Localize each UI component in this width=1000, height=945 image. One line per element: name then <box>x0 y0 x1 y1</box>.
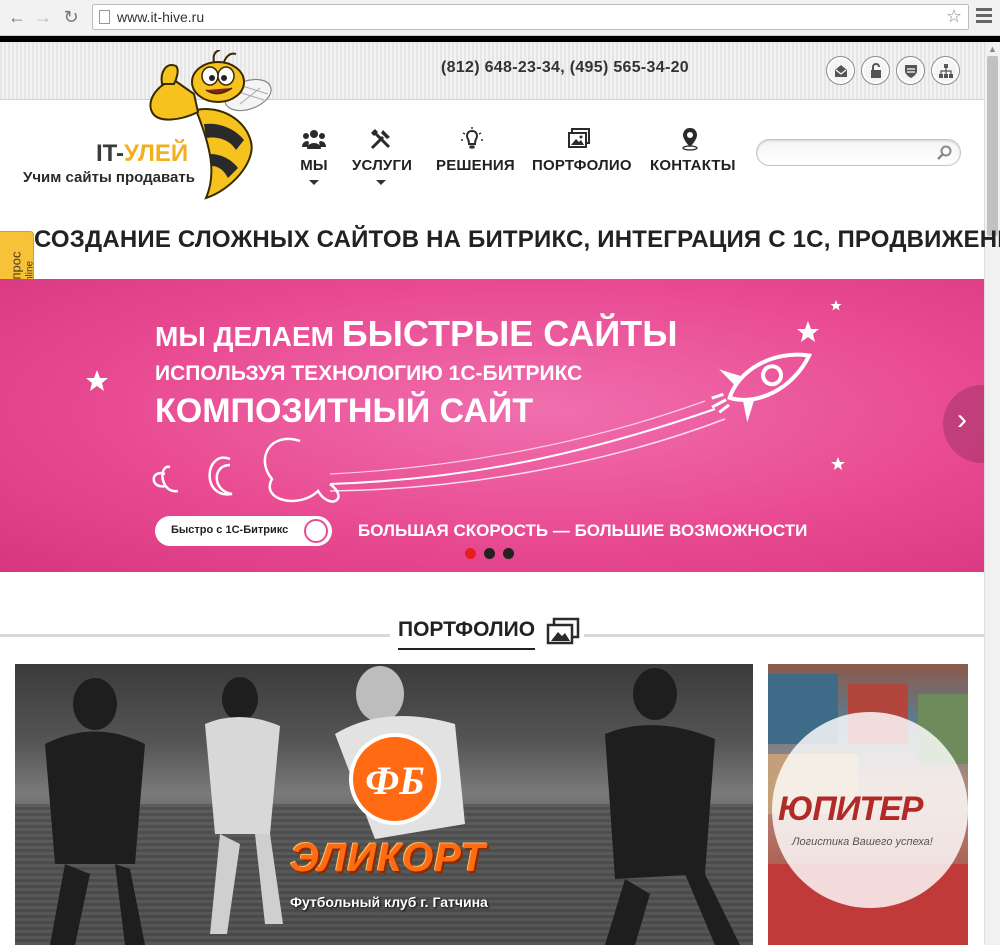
search-input[interactable] <box>769 144 934 162</box>
nav-label: УСЛУГИ <box>352 157 413 174</box>
nav-label: КОНТАКТЫ <box>650 157 736 174</box>
nav-item-about[interactable]: МЫ <box>299 127 329 185</box>
mail-icon[interactable] <box>826 56 855 85</box>
pictures-icon <box>568 128 590 148</box>
nav-item-contacts[interactable]: КОНТАКТЫ <box>650 127 735 175</box>
address-bar[interactable]: www.it-hive.ru ☆ <box>92 4 969 30</box>
forward-arrow-icon[interactable]: → <box>32 6 54 28</box>
browser-toolbar: ← → ↻ www.it-hive.ru ☆ <box>0 0 1000 36</box>
yupiter-logo: ЮПИТЕР <box>778 790 923 828</box>
logo-slogan: Учим сайты продавать <box>23 169 195 186</box>
shield-icon[interactable] <box>896 56 925 85</box>
hero-slider[interactable]: МЫ ДЕЛАЕМ БЫСТРЫЕ САЙТЫ ИСПОЛЬЗУЯ ТЕХНОЛ… <box>0 279 984 572</box>
portfolio-card-yupiter[interactable]: ЮПИТЕР Логистика Вашего успеха! <box>768 664 968 945</box>
banner-line-2: ИСПОЛЬЗУЯ ТЕХНОЛОГИЮ 1С-БИТРИКС <box>155 362 583 385</box>
lightbulb-icon <box>461 127 483 149</box>
tools-icon <box>370 129 391 150</box>
search-icon[interactable] <box>937 145 952 160</box>
slider-dot-3[interactable] <box>503 548 514 559</box>
logo-text[interactable]: IT-УЛЕЙ <box>96 140 188 168</box>
chevron-down-icon <box>309 180 319 185</box>
slider-dot-2[interactable] <box>484 548 495 559</box>
page-icon <box>99 10 110 24</box>
portfolio-divider-left <box>0 634 390 637</box>
nav-label: РЕШЕНИЯ <box>436 157 515 174</box>
reload-icon[interactable]: ↻ <box>60 6 82 28</box>
chevron-down-icon <box>376 180 386 185</box>
banner-line-1: МЫ ДЕЛАЕМ БЫСТРЫЕ САЙТЫ <box>155 313 678 354</box>
slider-dots <box>465 546 522 564</box>
page-headline: СОЗДАНИЕ СЛОЖНЫХ САЙТОВ НА БИТРИКС, ИНТЕ… <box>34 226 1000 254</box>
lock-icon[interactable] <box>861 56 890 85</box>
nav-label: ПОРТФОЛИО <box>532 157 632 174</box>
bitrix-badge[interactable]: Быстро с 1С-Битрикс <box>155 516 332 546</box>
nav-item-portfolio[interactable]: ПОРТФОЛИО <box>532 127 632 175</box>
portfolio-title[interactable]: ПОРТФОЛИО <box>398 618 536 650</box>
banner-tagline: БОЛЬШАЯ СКОРОСТЬ — БОЛЬШИЕ ВОЗМОЖНОСТИ <box>358 521 808 540</box>
scroll-up-icon[interactable]: ▲ <box>988 44 997 54</box>
location-pin-icon <box>682 128 698 151</box>
address-url[interactable]: www.it-hive.ru <box>117 9 204 25</box>
yupiter-caption: Логистика Вашего успеха! <box>792 836 933 848</box>
phone-numbers: (812) 648-23-34, (495) 565-34-20 <box>441 59 689 76</box>
speedometer-icon <box>304 519 328 543</box>
svg-text:ФБ: ФБ <box>365 758 424 803</box>
people-icon <box>302 130 326 149</box>
elikort-caption: Футбольный клуб г. Гатчина <box>290 894 488 910</box>
page-scrollbar[interactable]: ▲ <box>984 42 1000 945</box>
elikort-logo: ЭЛИКОРТ <box>290 836 486 880</box>
bookmark-star-icon[interactable]: ☆ <box>946 6 962 27</box>
pictures-icon <box>546 617 580 645</box>
back-arrow-icon[interactable]: ← <box>6 6 28 28</box>
portfolio-divider-right <box>584 634 984 637</box>
nav-item-solutions[interactable]: РЕШЕНИЯ <box>436 127 515 175</box>
search-box[interactable] <box>756 139 961 166</box>
slider-dot-1[interactable] <box>465 548 476 559</box>
bitrix-badge-label: Быстро с 1С-Битрикс <box>171 524 289 536</box>
portfolio-card-elikort[interactable]: ФБ ЭЛИКОРТ Футбольный клуб г. Гатчина <box>15 664 753 945</box>
browser-menu-icon[interactable] <box>976 8 992 26</box>
banner-line-3: КОМПОЗИТНЫЙ САЙТ <box>155 392 534 430</box>
nav-item-services[interactable]: УСЛУГИ <box>352 127 413 185</box>
scrollbar-thumb[interactable] <box>987 56 998 236</box>
sitemap-icon[interactable] <box>931 56 960 85</box>
nav-label: МЫ <box>300 157 328 174</box>
